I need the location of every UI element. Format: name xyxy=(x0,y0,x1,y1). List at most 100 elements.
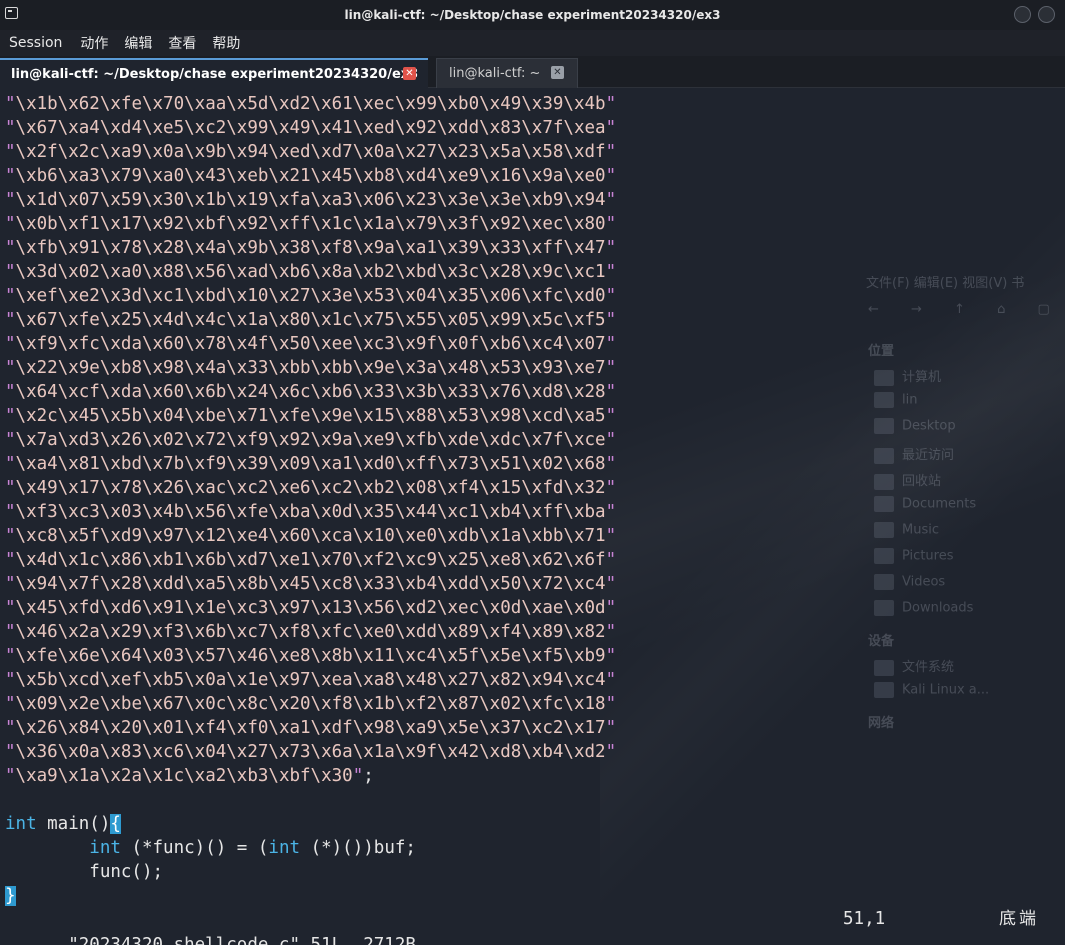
shellcode-bytes: \x36\x0a\x83\xc6\x04\x27\x73\x6a\x1a\x9f… xyxy=(15,742,606,762)
shellcode-bytes: \xef\xe2\x3d\xc1\xbd\x10\x27\x3e\x53\x04… xyxy=(15,286,606,306)
code-line: "\x3d\x02\xa0\x88\x56\xad\xb6\x8a\xb2\xb… xyxy=(5,260,1060,284)
code-line: "\x1d\x07\x59\x30\x1b\x19\xfa\xa3\x06\x2… xyxy=(5,188,1060,212)
close-icon[interactable]: ✕ xyxy=(403,67,416,80)
string-quote: " xyxy=(605,670,617,690)
string-quote: " xyxy=(5,478,16,498)
code-line: "\x4d\x1c\x86\xb1\x6b\xd7\xe1\x70\xf2\xc… xyxy=(5,548,1060,572)
matching-brace: { xyxy=(110,814,121,834)
shellcode-bytes: \x64\xcf\xda\x60\x6b\x24\x6c\xb6\x33\x3b… xyxy=(15,382,606,402)
shellcode-bytes: \x5b\xcd\xef\xb5\x0a\x1e\x97\xea\xa8\x48… xyxy=(15,670,606,690)
shellcode-bytes: \x22\x9e\xb8\x98\x4a\x33\xbb\xbb\x9e\x3a… xyxy=(15,358,606,378)
terminal-area[interactable]: 文件(F) 编辑(E) 视图(V) 书 ← → ↑ ⌂ ▢ 位置 计算机 lin… xyxy=(0,88,1065,945)
string-quote: " xyxy=(5,766,16,786)
string-quote: " xyxy=(605,94,617,114)
function-signature: main() xyxy=(36,814,111,834)
code-line: "\xc8\x5f\xd9\x97\x12\xe4\x60\xca\x10\xe… xyxy=(5,524,1060,548)
code-editor[interactable]: " \x1b\x62\xfe\x70\xaa\x5d\xd2\x61\xec\x9… xyxy=(5,92,1060,908)
minimize-button[interactable] xyxy=(1014,6,1031,23)
string-quote: " xyxy=(605,262,617,282)
shellcode-bytes: \x7a\xd3\x26\x02\x72\xf9\x92\x9a\xe9\xfb… xyxy=(15,430,606,450)
code-line: "\x7a\xd3\x26\x02\x72\xf9\x92\x9a\xe9\xf… xyxy=(5,428,1060,452)
maximize-button[interactable] xyxy=(1038,6,1055,23)
title-bar[interactable]: lin@kali-ctf: ~/Desktop/chase experiment… xyxy=(0,0,1065,30)
menu-edit[interactable]: 编辑 xyxy=(116,33,160,53)
tab-label: lin@kali-ctf: ~/Desktop/chase experiment… xyxy=(11,66,419,82)
string-quote: " xyxy=(5,694,16,714)
code-line: } xyxy=(5,884,1060,908)
shellcode-bytes: \x26\x84\x20\x01\xf4\xf0\xa1\xdf\x98\xa9… xyxy=(15,718,606,738)
tab-ex3[interactable]: lin@kali-ctf: ~/Desktop/chase experiment… xyxy=(0,58,428,88)
string-quote: " xyxy=(605,214,617,234)
menu-bar: Session 动作 编辑 查看 帮助 xyxy=(0,30,1065,56)
window-title: lin@kali-ctf: ~/Desktop/chase experiment… xyxy=(344,8,721,22)
code-line: "\x2f\x2c\xa9\x0a\x9b\x94\xed\xd7\x0a\x2… xyxy=(5,140,1060,164)
code-line: "\x67\xa4\xd4\xe5\xc2\x99\x49\x41\xed\x9… xyxy=(5,116,1060,140)
string-quote: " xyxy=(5,94,16,114)
tab-label: lin@kali-ctf: ~ xyxy=(449,66,541,81)
string-quote: " xyxy=(605,718,617,738)
string-quote: " xyxy=(5,646,16,666)
code-line: "\x26\x84\x20\x01\xf4\xf0\xa1\xdf\x98\xa… xyxy=(5,716,1060,740)
string-quote: " xyxy=(5,430,16,450)
code-text: (*func)() = ( xyxy=(120,838,269,858)
code-line: "\x45\xfd\xd6\x91\x1e\xc3\x97\x13\x56\xd… xyxy=(5,596,1060,620)
shellcode-bytes: \x3d\x02\xa0\x88\x56\xad\xb6\x8a\xb2\xbd… xyxy=(15,262,606,282)
string-quote: " xyxy=(605,190,617,210)
string-quote: " xyxy=(5,262,16,282)
shellcode-bytes: \xf3\xc3\x03\x4b\x56\xfe\xba\x0d\x35\x44… xyxy=(15,502,606,522)
code-line: "\x2c\x45\x5b\x04\xbe\x71\xfe\x9e\x15\x8… xyxy=(5,404,1060,428)
code-line: func(); xyxy=(5,860,1060,884)
string-quote: " xyxy=(352,766,364,786)
string-quote: " xyxy=(5,310,16,330)
code-line: "\x36\x0a\x83\xc6\x04\x27\x73\x6a\x1a\x9… xyxy=(5,740,1060,764)
string-quote: " xyxy=(5,454,16,474)
string-quote: " xyxy=(605,646,617,666)
code-line: int main(){ xyxy=(5,812,1060,836)
file-info: "20234320_shellcode.c" 51L, 2712B xyxy=(68,935,416,945)
shellcode-bytes: \x67\xfe\x25\x4d\x4c\x1a\x80\x1c\x75\x55… xyxy=(15,310,606,330)
shellcode-bytes: \x46\x2a\x29\xf3\x6b\xc7\xf8\xfc\xe0\xdd… xyxy=(15,622,606,642)
shellcode-bytes: \x94\x7f\x28\xdd\xa5\x8b\x45\xc8\x33\xb4… xyxy=(15,574,606,594)
string-quote: " xyxy=(605,238,617,258)
tab-bar: lin@kali-ctf: ~/Desktop/chase experiment… xyxy=(0,56,1065,88)
string-quote: " xyxy=(5,742,16,762)
shellcode-bytes: \xa9\x1a\x2a\x1c\xa2\xb3\xbf\x30 xyxy=(15,766,353,786)
code-line: "\x22\x9e\xb8\x98\x4a\x33\xbb\xbb\x9e\x3… xyxy=(5,356,1060,380)
string-quote: " xyxy=(5,142,16,162)
string-quote: " xyxy=(605,358,617,378)
string-quote: " xyxy=(605,502,617,522)
string-quote: " xyxy=(5,334,16,354)
menu-actions[interactable]: 动作 xyxy=(72,33,116,53)
code-line: "\x0b\xf1\x17\x92\xbf\x92\xff\x1c\x1a\x7… xyxy=(5,212,1060,236)
string-quote: " xyxy=(5,238,16,258)
tab-home[interactable]: lin@kali-ctf: ~ ✕ xyxy=(436,58,578,88)
vim-status-line: "20234320_shellcode.c" 51L, 2712B 51,1 底… xyxy=(5,906,1060,945)
code-line: int (*func)() = (int (*)())buf; xyxy=(5,836,1060,860)
shellcode-bytes: \x4d\x1c\x86\xb1\x6b\xd7\xe1\x70\xf2\xc9… xyxy=(15,550,606,570)
keyword: int xyxy=(268,838,301,858)
menu-help[interactable]: 帮助 xyxy=(204,33,248,53)
code-line: "\xfb\x91\x78\x28\x4a\x9b\x38\xf8\x9a\xa… xyxy=(5,236,1060,260)
close-icon[interactable]: ✕ xyxy=(551,66,564,79)
string-quote: " xyxy=(605,694,617,714)
code-line: "\xb6\xa3\x79\xa0\x43\xeb\x21\x45\xb8\xd… xyxy=(5,164,1060,188)
string-quote: " xyxy=(605,550,617,570)
code-line: "\x5b\xcd\xef\xb5\x0a\x1e\x97\xea\xa8\x4… xyxy=(5,668,1060,692)
string-quote: " xyxy=(5,526,16,546)
string-quote: " xyxy=(5,166,16,186)
string-quote: " xyxy=(5,574,16,594)
shellcode-bytes: \x09\x2e\xbe\x67\x0c\x8c\x20\xf8\x1b\xf2… xyxy=(15,694,606,714)
string-quote: " xyxy=(605,406,617,426)
code-line: "\x67\xfe\x25\x4d\x4c\x1a\x80\x1c\x75\x5… xyxy=(5,308,1060,332)
cursor-brace: } xyxy=(5,886,16,906)
shellcode-bytes: \xfb\x91\x78\x28\x4a\x9b\x38\xf8\x9a\xa1… xyxy=(15,238,606,258)
menu-session[interactable]: Session xyxy=(0,35,72,51)
string-quote: " xyxy=(605,382,617,402)
code-text: (*)())buf; xyxy=(300,838,416,858)
menu-view[interactable]: 查看 xyxy=(160,33,204,53)
code-line: "\xf3\xc3\x03\x4b\x56\xfe\xba\x0d\x35\x4… xyxy=(5,500,1060,524)
semicolon: ; xyxy=(363,766,374,786)
string-quote: " xyxy=(605,166,617,186)
string-quote: " xyxy=(605,598,617,618)
code-line: "\xa9\x1a\x2a\x1c\xa2\xb3\xbf\x30"; xyxy=(5,764,1060,788)
